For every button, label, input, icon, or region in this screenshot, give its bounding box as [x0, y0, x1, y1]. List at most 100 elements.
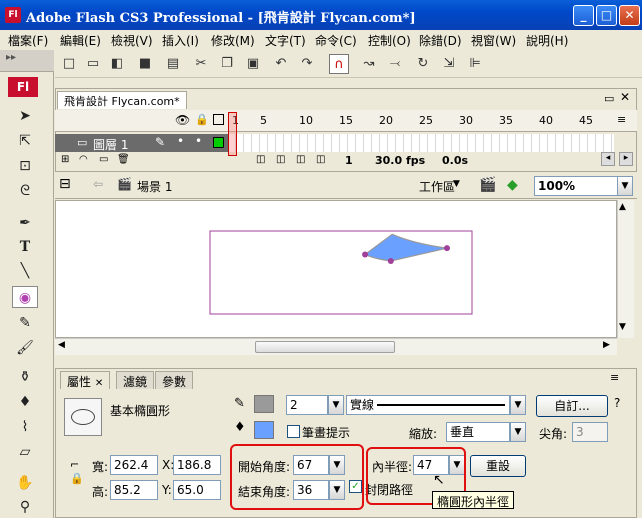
hand-tool-icon[interactable]: ✋	[12, 472, 38, 494]
lock-icon[interactable]: 🔒	[195, 113, 209, 126]
layer-row[interactable]: ▭ 圖層 1 ✎ • •	[55, 134, 230, 152]
stroke-style-dropdown-icon[interactable]: ▼	[510, 395, 526, 415]
stroke-height-field[interactable]: 2	[286, 395, 328, 415]
stroke-color-swatch[interactable]	[254, 395, 274, 413]
scene-label[interactable]: 場景 1	[137, 178, 172, 195]
timeline-scroll-right[interactable]: ▸	[619, 152, 633, 166]
x-field[interactable]: 186.8	[173, 455, 221, 475]
smooth-icon[interactable]: ↝	[359, 54, 379, 74]
eye-icon[interactable]: 👁	[175, 113, 190, 127]
rotate-icon[interactable]: ↻	[413, 54, 433, 74]
tab-parameters[interactable]: 參數	[155, 371, 194, 389]
scroll-left-icon[interactable]: ◀	[58, 340, 65, 350]
snap-magnet-icon[interactable]: ∩	[329, 54, 349, 74]
back-arrow-icon[interactable]: ⇦	[93, 177, 103, 191]
cut-icon[interactable]: ✂	[191, 54, 211, 74]
timeline-toggle-icon[interactable]: ⊟	[59, 176, 71, 192]
menu-file[interactable]: 檔案(F)	[8, 32, 48, 49]
outline-icon[interactable]	[213, 114, 224, 125]
y-field[interactable]: 65.0	[173, 480, 221, 500]
tab-properties[interactable]: 屬性 ✕	[60, 371, 111, 389]
stage-area[interactable]	[55, 200, 617, 338]
subselection-tool-icon[interactable]: ⇱	[12, 130, 38, 152]
scale-select[interactable]: 垂直	[446, 422, 510, 442]
layer-name[interactable]: 圖層 1	[93, 136, 128, 153]
menu-edit[interactable]: 編輯(E)	[60, 32, 101, 49]
pen-tool-icon[interactable]: ✒	[12, 212, 38, 234]
scroll-thumb[interactable]	[255, 341, 395, 353]
eyedropper-tool-icon[interactable]: ⌇	[12, 416, 38, 438]
horizontal-scrollbar[interactable]: ◀ ▶	[55, 338, 617, 355]
align-icon[interactable]: ⊫	[465, 54, 485, 74]
help-icon[interactable]: ?	[614, 396, 620, 410]
copy-icon[interactable]: ❐	[217, 54, 237, 74]
free-transform-tool-icon[interactable]: ⊡	[12, 155, 38, 177]
paint-bucket-tool-icon[interactable]: ♦	[12, 391, 38, 413]
workspace-menu[interactable]: 工作區	[419, 178, 455, 195]
tab-filters[interactable]: 濾鏡	[116, 371, 155, 389]
undo-icon[interactable]: ↶	[271, 54, 291, 74]
restore-icon[interactable]: ▭	[604, 92, 614, 105]
zoom-field[interactable]: 100%	[534, 176, 618, 196]
scroll-up-icon[interactable]: ▲	[619, 202, 626, 212]
visible-dot-icon[interactable]: •	[177, 134, 184, 148]
menu-insert[interactable]: 插入(I)	[162, 32, 199, 49]
folder-icon[interactable]: ▭	[99, 154, 108, 165]
lasso-tool-icon[interactable]: ᘓ	[12, 180, 38, 202]
menu-modify[interactable]: 修改(M)	[211, 32, 255, 49]
stroke-style-field[interactable]: 實線	[346, 395, 510, 415]
timeline-scroll-left[interactable]: ◂	[601, 152, 615, 166]
redo-icon[interactable]: ↷	[297, 54, 317, 74]
width-field[interactable]: 262.4	[110, 455, 158, 475]
miter-field[interactable]: 3	[572, 422, 608, 442]
chevron-down-icon[interactable]: ▼	[453, 179, 460, 189]
doc-close-icon[interactable]: ✕	[620, 90, 630, 104]
edit-scene-icon[interactable]: 🎬	[479, 177, 496, 193]
fill-color-swatch[interactable]	[254, 421, 274, 439]
trash-icon[interactable]: 🗑	[117, 154, 130, 165]
reset-button[interactable]: 重設	[470, 455, 526, 477]
new-file-icon[interactable]: □	[59, 54, 79, 74]
bridge-icon[interactable]: ◧	[107, 54, 127, 74]
print-icon[interactable]: ▤	[163, 54, 183, 74]
document-tab[interactable]: 飛肯設計 Flycan.com*	[57, 91, 187, 109]
lock-ratio-icon[interactable]: 🔒	[70, 472, 84, 485]
scroll-right-icon[interactable]: ▶	[603, 340, 610, 350]
custom-button[interactable]: 自訂...	[536, 395, 608, 417]
panel-menu-icon[interactable]: ≡	[610, 371, 619, 384]
maximize-button[interactable]: □	[596, 5, 617, 26]
pencil-tool-icon[interactable]: ✎	[12, 312, 38, 334]
close-button[interactable]: ✕	[619, 5, 640, 26]
onion-skin-icon[interactable]: ◫	[276, 154, 285, 165]
scale-dropdown-icon[interactable]: ▼	[510, 422, 526, 442]
stage-canvas[interactable]	[56, 201, 616, 337]
playhead[interactable]	[228, 112, 237, 156]
eraser-tool-icon[interactable]: ▱	[12, 441, 38, 463]
edit-symbols-icon[interactable]: ◆	[507, 177, 518, 193]
stroke-height-dropdown-icon[interactable]: ▼	[328, 395, 344, 415]
edit-frames-icon[interactable]: ◫	[316, 154, 325, 165]
save-icon[interactable]: ■	[135, 54, 155, 74]
frames-grid[interactable]	[228, 134, 614, 152]
timeline-menu-icon[interactable]: ≡	[617, 113, 626, 126]
menu-view[interactable]: 檢視(V)	[111, 32, 153, 49]
menu-window[interactable]: 視窗(W)	[471, 32, 516, 49]
scroll-down-icon[interactable]: ▼	[619, 322, 626, 332]
lock-dot-icon[interactable]: •	[195, 134, 202, 148]
text-tool-icon[interactable]: T	[12, 236, 38, 258]
vertical-scrollbar[interactable]: ▲ ▼	[617, 200, 634, 338]
ink-bottle-tool-icon[interactable]: ⚱	[12, 366, 38, 388]
menu-debug[interactable]: 除錯(D)	[419, 32, 462, 49]
insert-layer-icon[interactable]: ⊞	[61, 154, 69, 165]
paste-icon[interactable]: ▣	[243, 54, 263, 74]
brush-tool-icon[interactable]: 🖌	[12, 337, 38, 359]
stroke-hint-checkbox[interactable]	[287, 425, 300, 438]
minimize-button[interactable]: _	[573, 5, 594, 26]
menu-help[interactable]: 說明(H)	[526, 32, 568, 49]
height-field[interactable]: 85.2	[110, 480, 158, 500]
straighten-icon[interactable]: ⤙	[385, 54, 405, 74]
menu-commands[interactable]: 命令(C)	[315, 32, 357, 49]
zoom-dropdown-icon[interactable]: ▼	[617, 176, 633, 196]
tab-close-icon[interactable]: ✕	[95, 378, 103, 389]
center-frame-icon[interactable]: ◫	[256, 154, 265, 165]
